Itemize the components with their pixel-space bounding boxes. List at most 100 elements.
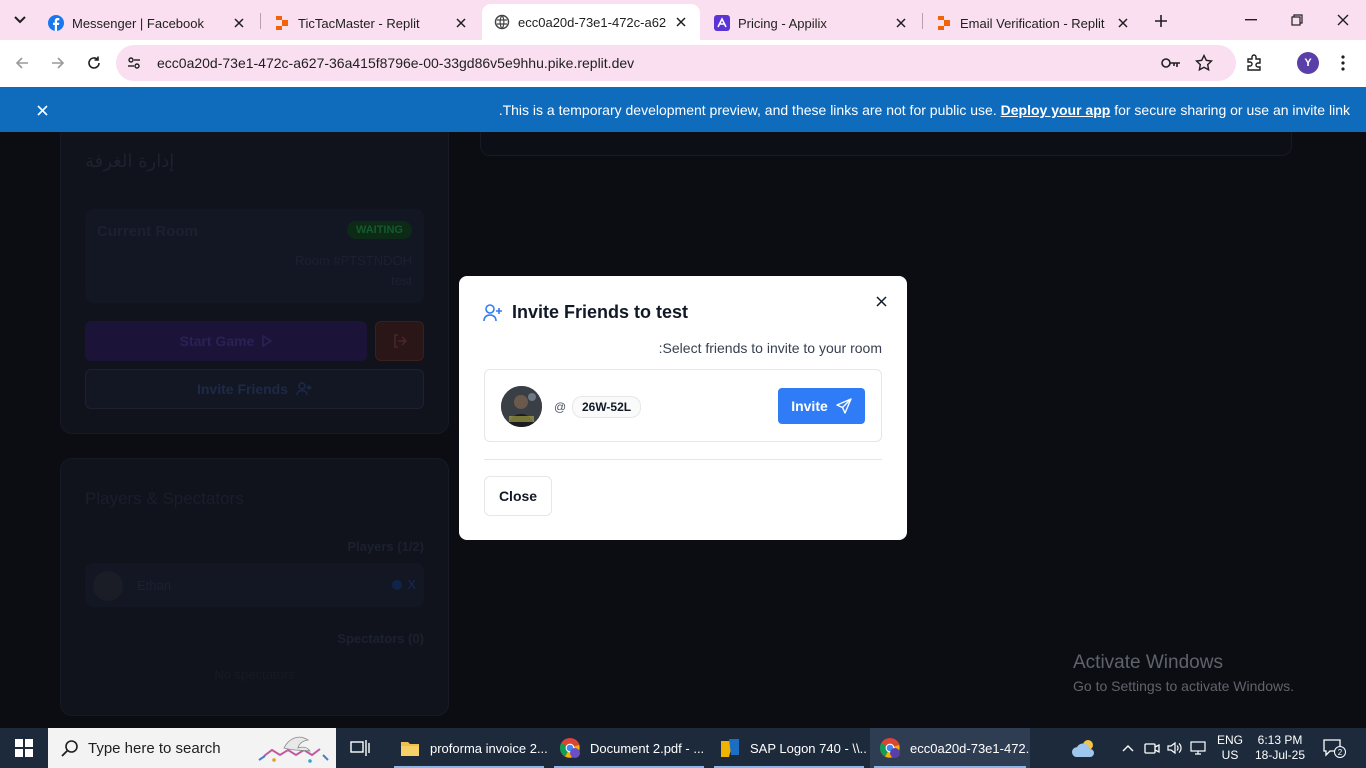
close-tab-icon[interactable] [1114, 14, 1132, 32]
logout-icon [393, 334, 407, 348]
taskbar-item-label: SAP Logon 740 - \\... [750, 740, 868, 756]
appilix-icon [714, 15, 730, 31]
tab-separator [922, 13, 923, 29]
friend-list-item: @ 26W-52L Invite [484, 369, 882, 442]
start-game-button[interactable]: Start Game [85, 321, 367, 361]
password-key-icon[interactable] [1161, 54, 1181, 72]
tab-separator [260, 13, 261, 29]
restore-button[interactable] [1274, 0, 1320, 40]
search-icon [60, 738, 80, 758]
tab-email-verification[interactable]: Email Verification - Replit [924, 6, 1142, 40]
taskbar-item-chrome-active[interactable]: ecc0a20d-73e1-472... [870, 728, 1030, 768]
chrome-icon [558, 736, 582, 760]
camera-icon [1144, 743, 1160, 754]
close-tab-icon[interactable] [892, 14, 910, 32]
players-spectators-card: Players & Spectators Players (1/2) Ethan… [60, 458, 449, 716]
network-icon [1190, 741, 1206, 755]
no-spectators-text: No spectators [214, 667, 295, 682]
tab-title: Pricing - Appilix [738, 15, 827, 31]
deploy-app-link[interactable]: Deploy your app [1001, 102, 1111, 118]
play-icon [262, 335, 273, 347]
back-button[interactable] [7, 48, 37, 78]
chrome-icon [878, 736, 902, 760]
close-tab-icon[interactable] [672, 13, 690, 31]
tab-active-preview[interactable]: ecc0a20d-73e1-472c-a627-3 [482, 4, 700, 40]
taskbar-search-box[interactable]: Type here to search [48, 728, 336, 768]
new-tab-button[interactable] [1148, 8, 1174, 34]
task-view-button[interactable] [348, 736, 372, 760]
tab-title: Email Verification - Replit [960, 15, 1105, 31]
player-avatar [93, 571, 123, 601]
replit-icon [936, 15, 952, 31]
taskbar-item-sap-logon[interactable]: SAP Logon 740 - \\... [710, 728, 868, 768]
clock-time: 6:13 PM [1257, 733, 1303, 747]
close-button[interactable]: Close [484, 476, 552, 516]
address-bar[interactable]: ecc0a20d-73e1-472c-a627-36a415f8796e-00-… [116, 45, 1236, 81]
tab-pricing-appilix[interactable]: Pricing - Appilix [702, 6, 920, 40]
friend-avatar [501, 386, 542, 427]
browser-tab-strip: Messenger | Facebook TicTacMaster - Repl… [0, 0, 1366, 40]
close-banner-icon[interactable] [32, 100, 52, 120]
reload-button[interactable] [79, 48, 109, 78]
modal-close-icon[interactable] [873, 293, 889, 309]
friend-username-badge: 26W-52L [572, 396, 642, 418]
close-window-button[interactable] [1320, 0, 1366, 40]
status-badge: WAITING [346, 221, 412, 239]
invite-friends-modal: Invite Friends to test :Select friends t… [459, 276, 907, 540]
network-button[interactable] [1188, 728, 1210, 768]
banner-message: .This is a temporary development preview… [499, 102, 1350, 118]
language-code: ENG [1216, 733, 1243, 747]
weather-cloud-icon [1071, 740, 1094, 757]
speaker-icon [1167, 741, 1182, 755]
user-plus-icon [483, 303, 502, 321]
close-tab-icon[interactable] [452, 14, 470, 32]
site-settings-icon[interactable] [124, 53, 144, 73]
show-hidden-icons-button[interactable] [1118, 728, 1138, 768]
browser-toolbar: ecc0a20d-73e1-472c-a627-36a415f8796e-00-… [0, 40, 1366, 87]
room-id: Room #PTSTNDOH [294, 253, 412, 268]
invite-friends-label: Invite Friends [196, 381, 289, 397]
profile-avatar[interactable]: Y [1297, 52, 1319, 74]
restore-icon [1291, 14, 1303, 26]
banner-suffix: for secure sharing or use an invite link [1114, 102, 1350, 118]
input-language[interactable]: ENG US [1212, 733, 1248, 763]
notification-center-button[interactable]: 2 [1320, 736, 1348, 760]
volume-button[interactable] [1164, 728, 1184, 768]
start-game-label: Start Game [179, 333, 255, 349]
search-highlight-dove-icon [254, 730, 334, 766]
game-board-panel [480, 132, 1292, 156]
minimize-button[interactable] [1228, 0, 1274, 40]
invite-button[interactable]: Invite [778, 388, 865, 424]
room-name: test [391, 273, 412, 288]
reload-icon [88, 56, 100, 69]
room-management-heading: إدارة الغرفة [85, 151, 175, 172]
close-tab-icon[interactable] [230, 14, 248, 32]
bookmark-star-icon[interactable] [1194, 53, 1214, 73]
tab-title: Messenger | Facebook [72, 15, 204, 31]
extensions-puzzle-icon[interactable] [1243, 52, 1265, 74]
taskbar-item-explorer[interactable]: proforma invoice 2... [390, 728, 548, 768]
taskbar-item-label: proforma invoice 2... [430, 740, 548, 756]
player-symbol: X [407, 577, 416, 592]
facebook-icon [48, 15, 64, 31]
system-clock[interactable]: 6:13 PM 18-Jul-25 [1252, 733, 1308, 763]
forward-button[interactable] [43, 48, 73, 78]
menu-kebab-icon[interactable] [1334, 52, 1352, 74]
tab-search-menu-button[interactable] [6, 6, 34, 34]
leave-room-button[interactable] [375, 321, 424, 361]
plus-icon [1155, 15, 1167, 27]
tab-messenger[interactable]: Messenger | Facebook [36, 6, 258, 40]
watermark-subtitle: Go to Settings to activate Windows. [1073, 678, 1294, 694]
invite-friends-button[interactable]: Invite Friends [85, 369, 424, 409]
meet-now-button[interactable] [1142, 728, 1162, 768]
start-button[interactable] [0, 728, 48, 768]
weather-widget[interactable] [1068, 728, 1100, 768]
chevron-down-icon [14, 16, 26, 24]
tab-tictacmaster[interactable]: TicTacMaster - Replit [262, 6, 480, 40]
replit-icon [274, 15, 290, 31]
modal-title: Invite Friends to test [483, 302, 688, 323]
arrow-left-icon [15, 57, 28, 69]
taskbar-item-document[interactable]: Document 2.pdf - ... [550, 728, 708, 768]
task-view-icon [350, 740, 370, 756]
close-icon [1337, 14, 1349, 26]
